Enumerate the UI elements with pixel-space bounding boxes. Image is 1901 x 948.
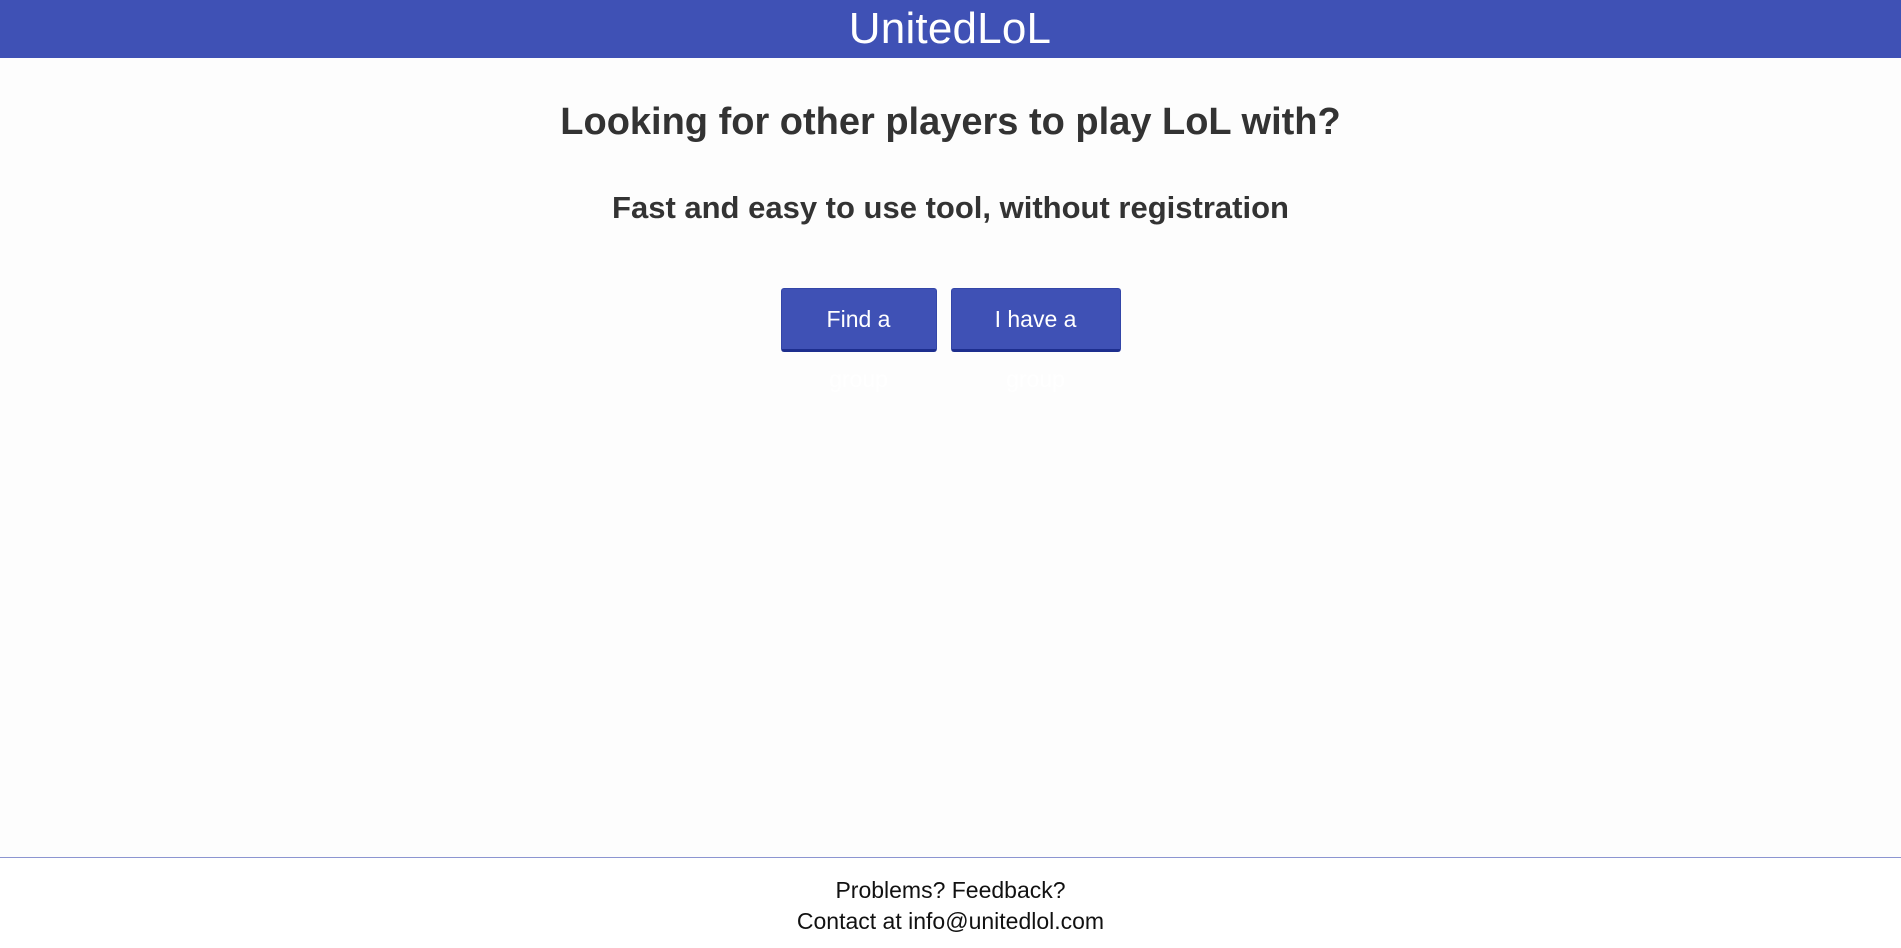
footer-contact-text: Contact at info@unitedlol.com [796,908,1105,934]
page-headline: Looking for other players to play LoL wi… [560,101,1341,143]
page-footer: Problems? Feedback? Contact at info@unit… [0,857,1901,948]
site-logo-text[interactable]: UnitedLoL [849,0,1051,58]
top-header: UnitedLoL [0,0,1901,58]
find-group-button[interactable]: Find a group [780,288,937,392]
page-subheadline: Fast and easy to use tool, without regis… [612,190,1289,225]
main-content: Looking for other players to play LoL wi… [0,58,1901,858]
footer-feedback-text: Problems? Feedback? [835,877,1066,903]
have-group-button[interactable]: I have a group [950,288,1121,392]
primary-actions: Find a group I have a group [0,288,1901,392]
